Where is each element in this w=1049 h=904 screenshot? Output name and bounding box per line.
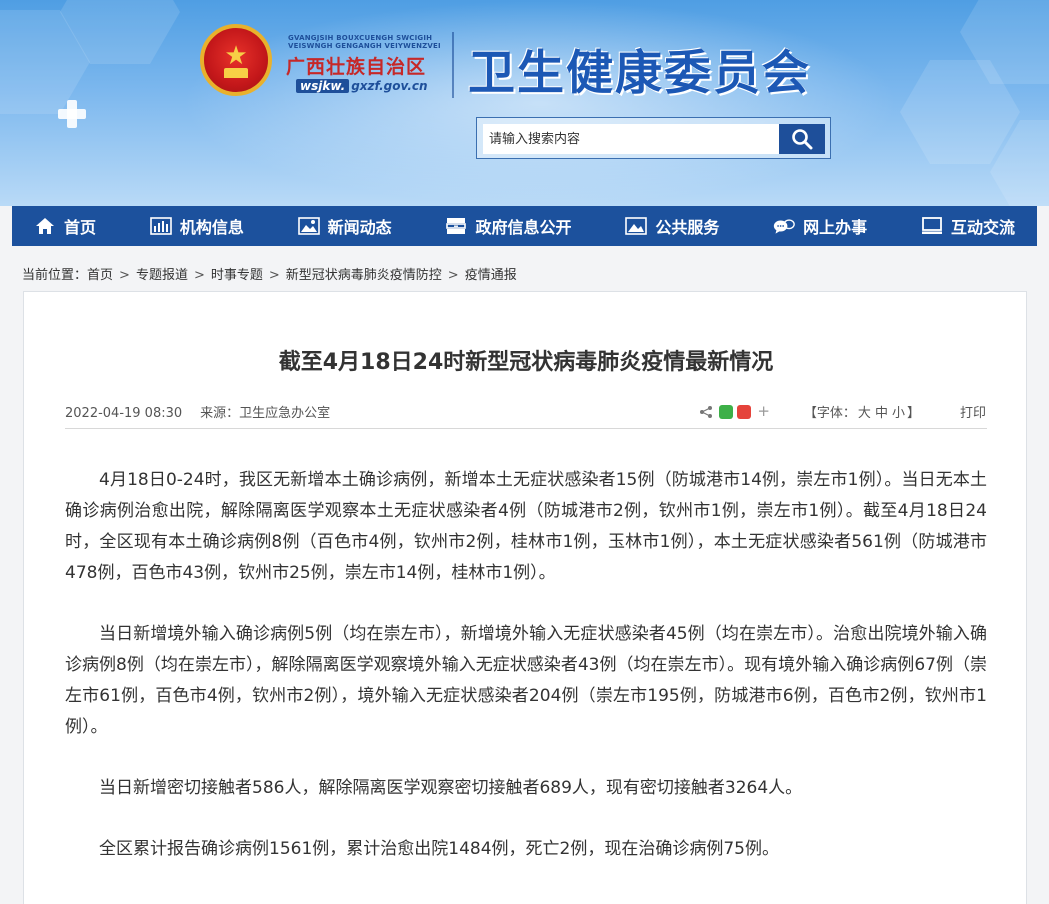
breadcrumb-item-current-topics[interactable]: 时事专题	[211, 268, 263, 283]
weibo-share-icon[interactable]	[737, 404, 752, 419]
breadcrumb-item-outbreak-report[interactable]: 疫情通报	[465, 268, 517, 283]
region-name: 广西壮族自治区	[286, 56, 427, 78]
article-meta: 2022-04-19 08:30 来源：卫生应急办公室	[65, 402, 330, 421]
breadcrumb-item-home[interactable]: 首页	[87, 268, 113, 283]
medical-cross-icon	[58, 100, 86, 128]
breadcrumb-separator: >	[447, 268, 459, 283]
meta-divider	[65, 428, 987, 429]
archive-icon	[445, 217, 467, 235]
breadcrumb-separator: >	[193, 268, 205, 283]
article-tools: + 【字体：大中小】 打印	[699, 402, 986, 421]
article-paragraph: 4月18日0-24时，我区无新增本土确诊病例，新增本土无症状感染者15例（防城港…	[65, 470, 987, 583]
breadcrumb-prefix: 当前位置：	[22, 268, 88, 283]
publish-date: 2022-04-19 08:30	[65, 406, 183, 421]
breadcrumb-separator: >	[119, 268, 130, 283]
search-icon	[792, 129, 813, 150]
image-icon	[297, 217, 320, 235]
search-box	[476, 117, 831, 159]
nav-item-interaction[interactable]: 互动交流	[921, 206, 1015, 246]
font-size-medium[interactable]: 中	[875, 406, 888, 421]
site-url[interactable]: wsjkw. gxzf.gov.cn	[296, 79, 428, 93]
more-share-icon[interactable]: +	[757, 404, 770, 419]
banner-glow	[180, 0, 900, 206]
picture-icon	[625, 217, 648, 235]
breadcrumb-item-covid-prevention[interactable]: 新型冠状病毒肺炎疫情防控	[286, 268, 442, 283]
search-input[interactable]	[483, 124, 779, 154]
article-source: 来源：卫生应急办公室	[200, 406, 331, 421]
zhuang-text: GVANGJSIH BOUXCUENGH SWCIGIH VEISWNGH GE…	[288, 34, 441, 50]
nav-item-gov-info[interactable]: 政府信息公开	[445, 206, 572, 246]
article-paragraph: 当日新增密切接触者586人，解除隔离医学观察密切接触者689人，现有密切接触者3…	[99, 778, 803, 798]
font-size-control: 【字体：大中小】	[804, 402, 920, 421]
nav-item-home[interactable]: 首页	[34, 206, 96, 246]
nav-item-news[interactable]: 新闻动态	[297, 206, 392, 246]
article-content: 4月18日0-24时，我区无新增本土确诊病例，新增本土无症状感染者15例（防城港…	[65, 465, 987, 895]
org-title: 卫生健康委员会	[468, 46, 811, 101]
national-emblem-icon: ★	[200, 24, 272, 96]
nav-item-online-service[interactable]: 网上办事	[773, 206, 867, 246]
chat-icon	[773, 217, 795, 235]
font-size-large[interactable]: 大	[858, 406, 871, 421]
share-icon[interactable]	[699, 405, 713, 419]
home-icon	[34, 217, 56, 235]
font-size-label: 【字体：	[803, 406, 856, 421]
nav-item-organization[interactable]: 机构信息	[150, 206, 244, 246]
breadcrumb-separator: >	[268, 268, 280, 283]
monitor-icon	[921, 217, 943, 235]
breadcrumb: 当前位置：首页 > 专题报道 > 时事专题 > 新型冠状病毒肺炎疫情防控 > 疫情通报	[22, 264, 517, 283]
article-paragraph: 当日新增境外输入确诊病例5例（均在崇左市），新增境外输入无症状感染者45例（均在…	[65, 624, 987, 737]
wechat-share-icon[interactable]	[719, 404, 734, 419]
article-title: 截至4月18日24时新型冠状病毒肺炎疫情最新情况	[278, 350, 774, 375]
header-banner: ★ GVANGJSIH BOUXCUENGH SWCIGIH VEISWNGH …	[0, 0, 1049, 206]
search-button[interactable]	[779, 124, 825, 154]
print-link[interactable]: 打印	[960, 402, 986, 421]
nav-item-public-service[interactable]: 公共服务	[625, 206, 719, 246]
font-size-label-end: 】	[906, 406, 920, 421]
font-size-small[interactable]: 小	[892, 406, 905, 421]
header-divider	[452, 32, 454, 98]
breadcrumb-item-special-reports[interactable]: 专题报道	[136, 268, 188, 283]
article-panel: 截至4月18日24时新型冠状病毒肺炎疫情最新情况 2022-04-19 08:3…	[23, 291, 1027, 904]
bar-chart-icon	[150, 217, 172, 235]
article-paragraph: 全区累计报告确诊病例1561例，累计治愈出院1484例，死亡2例，现在治确诊病例…	[99, 839, 779, 859]
main-nav: 首页 机构信息 新闻动态 政府信息公开 公共服务 网上办事 互动交流	[12, 206, 1037, 246]
